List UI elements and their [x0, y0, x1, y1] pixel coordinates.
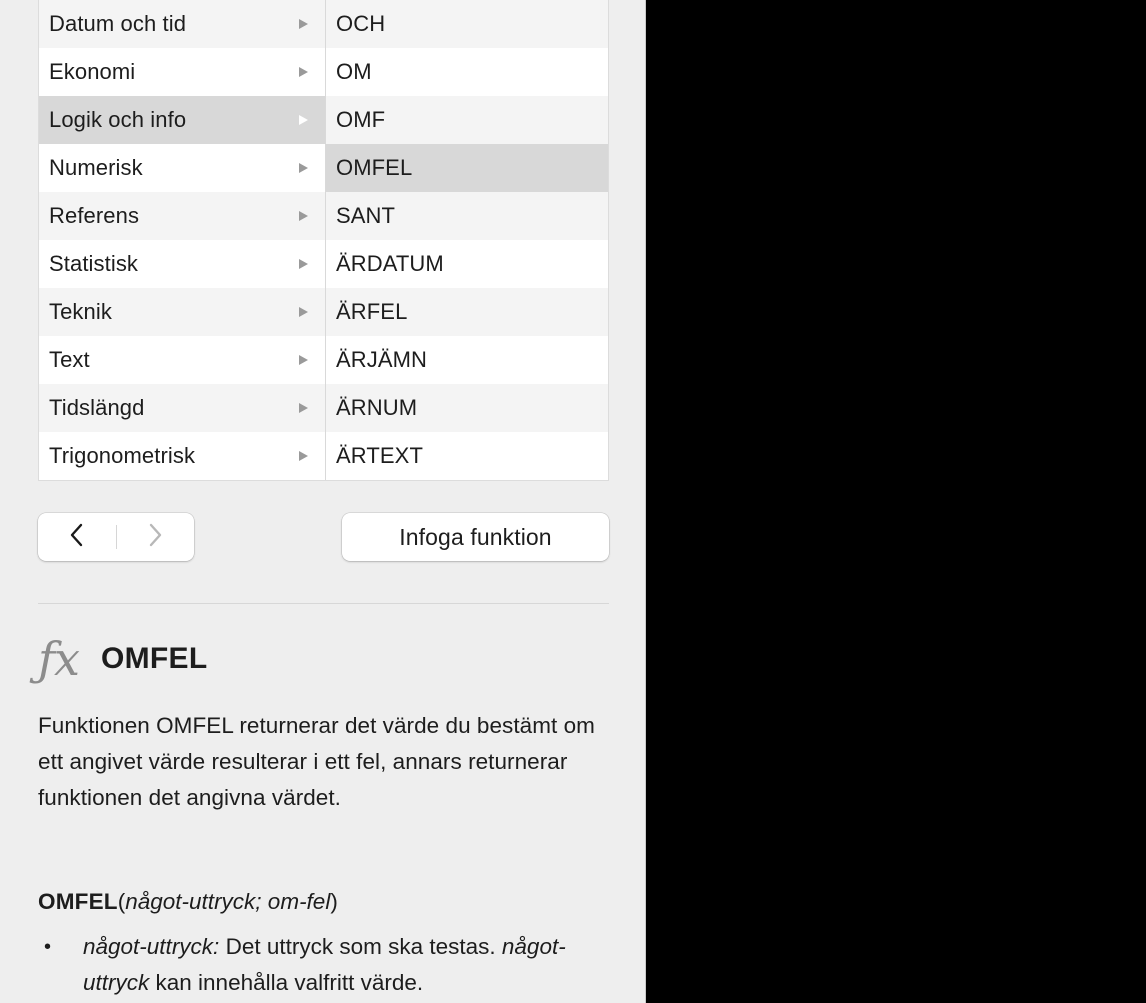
parameter-list: • något-uttryck: Det uttryck som ska test… — [38, 929, 628, 1001]
category-column[interactable]: Datum och tid Ekonomi Logik och info Numeri… — [39, 0, 326, 480]
section-divider — [38, 603, 609, 604]
function-item-label: OMF — [336, 107, 386, 132]
category-item-label: Datum och tid — [49, 11, 187, 36]
function-item-label: SANT — [336, 203, 396, 228]
category-item-label: Trigonometrisk — [49, 443, 196, 468]
category-item-label: Statistisk — [49, 251, 139, 276]
disclosure-triangle-icon — [293, 208, 313, 224]
category-item-row[interactable]: Datum och tid — [39, 0, 325, 48]
function-item-row[interactable]: ÄRDATUM — [326, 240, 608, 288]
function-item-label: ÄRFEL — [336, 299, 408, 324]
category-item-label: Text — [49, 347, 90, 372]
syntax-arguments: något-uttryck; om-fel — [125, 889, 331, 914]
disclosure-triangle-icon — [293, 64, 313, 80]
category-item-row[interactable]: Logik och info — [39, 96, 325, 144]
function-item-row[interactable]: ÄRNUM — [326, 384, 608, 432]
category-item-label: Teknik — [49, 299, 112, 324]
disclosure-triangle-icon — [293, 448, 313, 464]
function-item-row[interactable]: OMFEL — [326, 144, 608, 192]
function-item-row[interactable]: ÄRJÄMN — [326, 336, 608, 384]
bullet-icon: • — [44, 936, 52, 958]
function-item-label: ÄRNUM — [336, 395, 418, 420]
parameter-item: • något-uttryck: Det uttryck som ska test… — [38, 929, 628, 1001]
function-detail-header: ƒx OMFEL — [38, 625, 207, 693]
function-item-row[interactable]: ÄRTEXT — [326, 432, 608, 480]
category-item-row[interactable]: Referens — [39, 192, 325, 240]
function-column[interactable]: OCH OM OMF OMFEL SANT ÄRDATUM ÄRFEL ÄRJÄMN ÄRNUM… — [326, 0, 608, 480]
disclosure-triangle-icon — [293, 256, 313, 272]
category-item-row[interactable]: Text — [39, 336, 325, 384]
function-syntax: OMFEL(något-uttryck; om-fel) — [38, 885, 613, 919]
function-browser-panel: Datum och tid Ekonomi Logik och info Numeri… — [0, 0, 646, 1003]
function-item-row[interactable]: SANT — [326, 192, 608, 240]
chevron-right-icon — [147, 522, 164, 553]
function-item-label: ÄRJÄMN — [336, 347, 428, 372]
category-item-label: Referens — [49, 203, 140, 228]
function-item-label: OMFEL — [336, 155, 413, 180]
function-item-label: OM — [336, 59, 372, 84]
syntax-function-name: OMFEL — [38, 889, 118, 914]
function-title: OMFEL — [100, 642, 208, 675]
function-item-row[interactable]: OM — [326, 48, 608, 96]
function-item-label: ÄRDATUM — [336, 251, 444, 276]
disclosure-triangle-icon — [293, 400, 313, 416]
category-item-row[interactable]: Teknik — [39, 288, 325, 336]
category-item-row[interactable]: Numerisk — [39, 144, 325, 192]
disclosure-triangle-icon — [293, 352, 313, 368]
function-item-row[interactable]: OMF — [326, 96, 608, 144]
function-item-row[interactable]: ÄRFEL — [326, 288, 608, 336]
forward-button[interactable] — [117, 513, 195, 561]
function-description: Funktionen OMFEL returnerar det värde du… — [38, 713, 595, 810]
category-item-row[interactable]: Statistisk — [39, 240, 325, 288]
function-browser-list: Datum och tid Ekonomi Logik och info Numeri… — [38, 0, 609, 481]
category-item-label: Tidslängd — [49, 395, 145, 420]
function-item-label: ÄRTEXT — [336, 443, 423, 468]
category-item-row[interactable]: Trigonometrisk — [39, 432, 325, 480]
navigation-segmented-control[interactable] — [38, 513, 194, 561]
disclosure-triangle-icon — [293, 112, 313, 128]
fx-icon: ƒx — [38, 632, 80, 686]
panel-right-edge — [645, 0, 646, 1003]
back-button[interactable] — [38, 513, 116, 561]
parameter-text: något-uttryck: Det uttryck som ska testa… — [83, 934, 566, 995]
category-item-label: Logik och info — [49, 107, 187, 132]
syntax-close-paren: ) — [330, 889, 338, 914]
category-item-row[interactable]: Ekonomi — [39, 48, 325, 96]
function-item-row[interactable]: OCH — [326, 0, 608, 48]
chevron-left-icon — [68, 522, 85, 553]
category-item-label: Numerisk — [49, 155, 143, 180]
insert-function-button[interactable]: Infoga funktion — [342, 513, 609, 561]
disclosure-triangle-icon — [293, 160, 313, 176]
category-item-label: Ekonomi — [49, 59, 136, 84]
function-item-label: OCH — [336, 11, 386, 36]
disclosure-triangle-icon — [293, 16, 313, 32]
disclosure-triangle-icon — [293, 304, 313, 320]
category-item-row[interactable]: Tidslängd — [39, 384, 325, 432]
